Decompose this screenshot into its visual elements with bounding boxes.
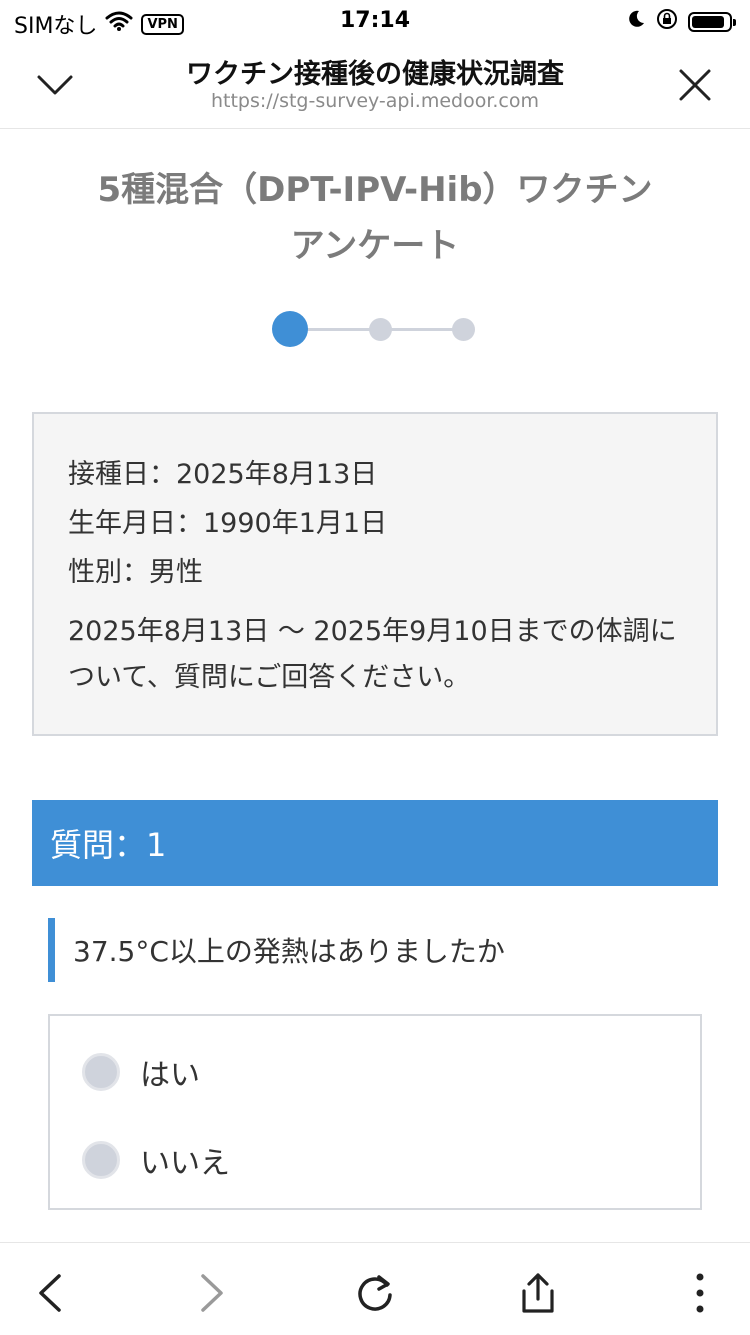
step-3-dot [452,318,475,341]
moon-icon [626,9,646,35]
answer-options: はい いいえ [48,1014,702,1210]
vaccination-date: 接種日：2025年8月13日 [68,459,378,490]
chevron-right-icon [201,1274,223,1312]
radio-button-yes[interactable] [82,1053,120,1091]
question-header: 質問：1 [32,800,718,886]
browser-title: ワクチン接種後の健康状況調査 [186,59,564,90]
browser-toolbar [0,1242,750,1335]
page-title-line2: アンケート [290,226,460,266]
browser-header: ワクチン接種後の健康状況調査 https://stg-survey-api.me… [0,42,750,129]
progress-stepper [272,310,480,348]
chevron-left-icon [39,1274,61,1312]
forward-button[interactable] [184,1265,240,1321]
more-vertical-icon [696,1273,704,1313]
back-button[interactable] [22,1265,78,1321]
survey-description: 2025年8月13日 〜 2025年9月10日までの体調について、質問にご回答く… [68,616,677,693]
birth-date: 生年月日：1990年1月1日 [68,508,388,539]
reload-icon [358,1275,392,1311]
battery-icon [688,12,736,32]
sex: 性別：男性 [68,557,203,588]
option-no-label: いいえ [140,1146,230,1181]
share-button[interactable] [510,1265,566,1321]
step-2-dot [369,318,392,341]
option-yes[interactable]: はい [82,1050,200,1094]
step-1-dot [272,311,308,347]
status-right [626,8,736,36]
browser-url: https://stg-survey-api.medoor.com [210,90,540,112]
status-bar: SIMなし VPN 17:14 [0,0,750,40]
close-button[interactable] [670,60,720,110]
option-no[interactable]: いいえ [82,1138,230,1182]
rotation-lock-icon [656,8,678,36]
survey-info-box: 接種日：2025年8月13日 生年月日：1990年1月1日 性別：男性 2025… [32,412,718,736]
radio-button-no[interactable] [82,1141,120,1179]
page-title: 5種混合（DPT-IPV-Hib）ワクチン アンケート [60,162,690,274]
reload-button[interactable] [347,1265,403,1321]
question-text: 37.5°C以上の発熱はありましたか [48,918,708,982]
page-title-line1: 5種混合（DPT-IPV-Hib）ワクチン [97,170,653,210]
option-yes-label: はい [140,1058,200,1093]
more-menu-button[interactable] [672,1265,728,1321]
share-icon [522,1273,554,1313]
close-icon [679,69,711,101]
